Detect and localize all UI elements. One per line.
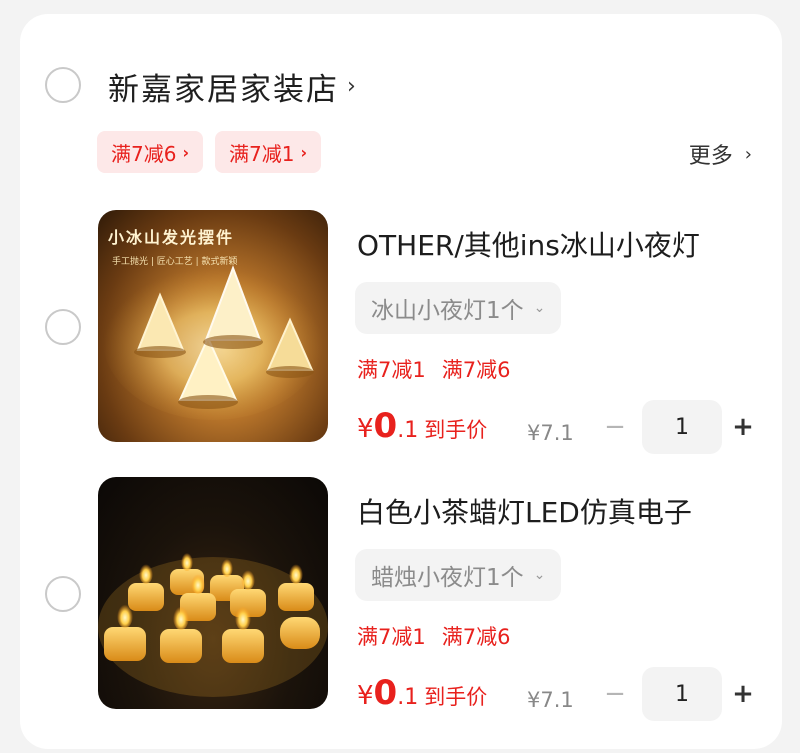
shop-cart-card: 新嘉家居家装店 › 满7减6 › 满7减1 › 更多 › 小冰山发光摆件 手工抛… [20,14,782,749]
original-price: ¥7.1 [527,421,574,445]
currency-symbol: ¥ [357,414,374,444]
chevron-right-icon: › [182,142,190,162]
shop-name-link[interactable]: 新嘉家居家装店 › [108,64,358,109]
price-decimal: .1 [397,418,419,443]
price-tag: 到手价 [424,685,488,709]
chevron-right-icon: › [744,143,752,165]
quantity-input[interactable]: 1 [642,667,722,721]
shop-header: 新嘉家居家装店 › [20,14,782,134]
variant-label: 冰山小夜灯1个 [371,298,524,324]
price-integer: 0 [373,406,398,446]
item-select-radio[interactable] [45,576,81,612]
more-coupons-button[interactable]: 更多 › [689,138,752,170]
coupon-label: 满7减1 [229,141,295,166]
cart-item: 白色小茶蜡灯LED仿真电子 蜡烛小夜灯1个 ⌄ 满7减1 满7减6 ¥ 0 .1… [20,477,782,721]
chevron-down-icon: ⌄ [533,567,546,583]
product-image-subtext: 手工抛光 | 匠心工艺 | 款式新颖 [112,257,238,267]
shop-coupons: 满7减6 › 满7减1 › [97,131,322,173]
product-image-banner: 小冰山发光摆件 [108,228,235,247]
product-title[interactable]: 白色小茶蜡灯LED仿真电子 [357,491,692,531]
product-title[interactable]: OTHER/其他ins冰山小夜灯 [357,224,700,264]
promo-label: 满7减1 [357,358,426,382]
chevron-down-icon: ⌄ [533,300,546,316]
promo-label: 满7减6 [441,625,511,649]
more-label: 更多 [688,144,733,169]
price-integer: 0 [373,673,398,713]
product-image[interactable]: 小冰山发光摆件 手工抛光 | 匠心工艺 | 款式新颖 [98,210,328,442]
quantity-input[interactable]: 1 [642,400,722,454]
promo-list: 满7减1 满7减6 [357,621,510,651]
increase-button[interactable]: + [732,679,754,709]
promo-label: 满7减6 [441,358,511,382]
tea-light-candles-illustration [98,551,328,697]
original-price: ¥7.1 [527,688,574,712]
decrease-button[interactable]: − [604,679,626,709]
shop-name: 新嘉家居家装店 [108,72,339,108]
increase-button[interactable]: + [732,412,754,442]
variant-label: 蜡烛小夜灯1个 [371,565,524,591]
quantity-stepper: − 1 + [604,400,754,454]
quantity-stepper: − 1 + [604,667,754,721]
shop-select-radio[interactable] [45,67,81,103]
price-decimal: .1 [397,685,419,710]
variant-selector[interactable]: 冰山小夜灯1个 ⌄ [355,282,562,334]
coupon-chip[interactable]: 满7减6 › [97,131,204,173]
item-select-radio[interactable] [45,309,81,345]
product-image[interactable] [98,477,328,709]
coupon-chip[interactable]: 满7减1 › [215,131,322,173]
decrease-button[interactable]: − [604,412,626,442]
promo-label: 满7减1 [357,625,426,649]
currency-symbol: ¥ [357,681,374,711]
chevron-right-icon: › [300,142,308,162]
price-tag: 到手价 [424,418,488,442]
promo-list: 满7减1 满7减6 [357,354,510,384]
cart-item: 小冰山发光摆件 手工抛光 | 匠心工艺 | 款式新颖 OTHER/其他ins冰山… [20,210,782,454]
final-price: ¥ 0 .1 到手价 [357,673,487,713]
chevron-right-icon: › [347,74,358,99]
final-price: ¥ 0 .1 到手价 [357,406,487,446]
coupon-label: 满7减6 [111,141,177,166]
variant-selector[interactable]: 蜡烛小夜灯1个 ⌄ [355,549,562,601]
